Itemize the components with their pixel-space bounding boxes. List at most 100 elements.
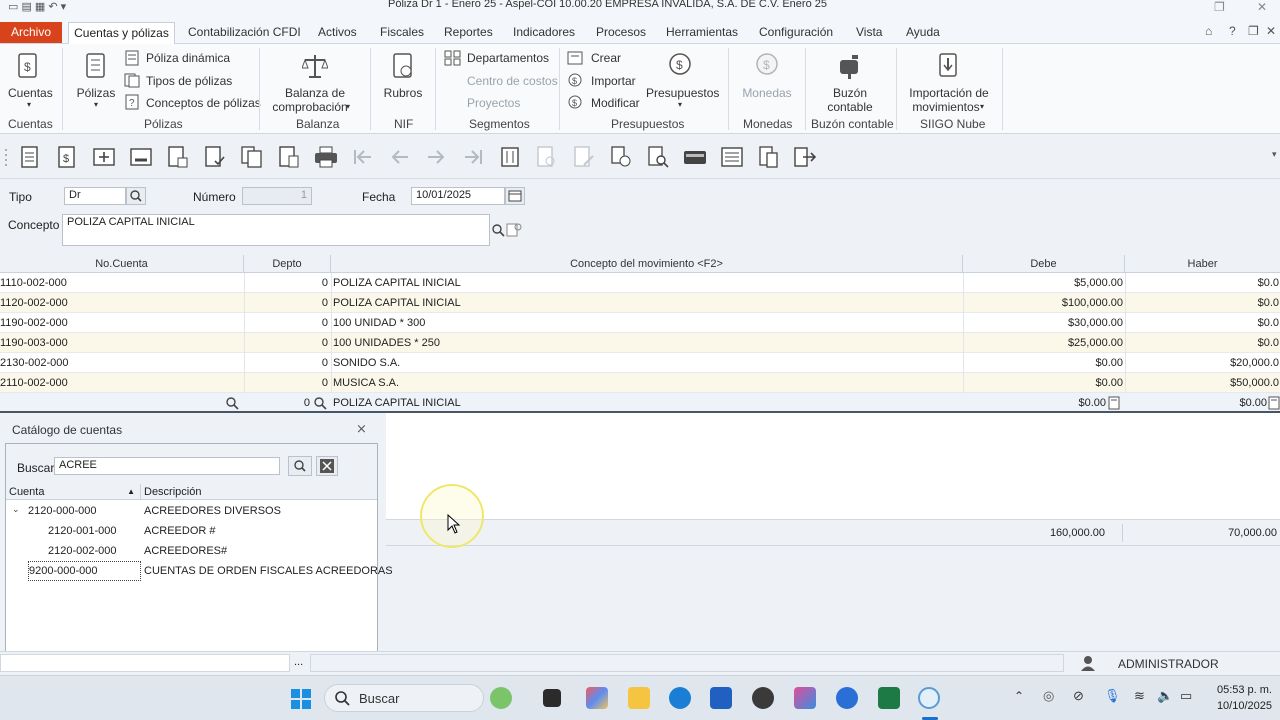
fecha-field[interactable]: 10/01/2025 [411, 187, 505, 205]
taskbar-search-box[interactable]: Buscar [324, 684, 484, 712]
edit-concepto[interactable]: POLIZA CAPITAL INICIAL [333, 393, 933, 413]
cell-depto[interactable]: 0 [244, 353, 328, 373]
menu-ayuda[interactable]: Ayuda [906, 25, 940, 39]
balanza-button-line2[interactable]: comprobación [272, 100, 348, 114]
catalog-col-cuenta[interactable]: Cuenta ▲ [6, 484, 141, 500]
catalog-cell-descripcion[interactable]: ACREEDORES# [144, 541, 227, 561]
tipo-field[interactable]: Dr [64, 187, 126, 205]
restore-icon[interactable]: ❐ [1214, 0, 1225, 14]
importar-button[interactable]: Importar [591, 74, 636, 88]
cuenta-search-icon[interactable] [224, 395, 240, 411]
menu-procesos[interactable]: Procesos [596, 25, 646, 39]
table-row[interactable]: 1110-002-000 0 POLIZA CAPITAL INICIAL $5,00… [0, 273, 1280, 293]
prev-record-icon[interactable] [388, 146, 412, 168]
catalog-cell-cuenta[interactable]: 2120-001-000 [48, 521, 117, 541]
table-row[interactable]: 1190-003-000 0 100 UNIDADES * 250 $25,000.0… [0, 333, 1280, 353]
menu-reportes[interactable]: Reportes [444, 25, 493, 39]
proyectos-button[interactable]: Proyectos [467, 96, 520, 110]
table-row[interactable]: 2110-002-000 0 MUSICA S.A. $0.00 $50,000.0 [0, 373, 1280, 393]
menu-contabilizacion[interactable]: Contabilización CFDI [188, 25, 301, 39]
last-record-icon[interactable] [461, 146, 485, 168]
cell-cuenta[interactable]: 1110-002-000 [0, 273, 240, 293]
balanza-dropdown-icon[interactable]: ▾ [346, 100, 350, 114]
catalog-cell-cuenta[interactable]: 9200-000-000 [28, 561, 141, 581]
header-concepto[interactable]: Concepto del movimiento <F2> [331, 255, 963, 273]
list-item[interactable]: 2120-002-000 ACREEDORES# [6, 541, 377, 561]
report-icon[interactable] [720, 146, 744, 168]
add-row-icon[interactable] [92, 146, 116, 168]
calendar-icon[interactable] [505, 187, 525, 205]
balanza-button[interactable]: Balanza de [272, 86, 358, 100]
cuentas-icon[interactable]: $ [16, 52, 40, 80]
table-row[interactable]: 1120-002-000 0 POLIZA CAPITAL INICIAL $100,… [0, 293, 1280, 313]
task-view-icon[interactable] [543, 689, 561, 707]
cell-depto[interactable]: 0 [244, 313, 328, 333]
tray-app-icon[interactable]: ◎ [1043, 688, 1054, 704]
list-item[interactable]: 2120-001-000 ACREEDOR # [6, 521, 377, 541]
modificar-button[interactable]: Modificar [591, 96, 640, 110]
header-no-cuenta[interactable]: No.Cuenta [0, 255, 244, 273]
concepto-catalog-icon[interactable] [505, 222, 523, 238]
importacion-dropdown-icon[interactable]: ▾ [980, 100, 984, 114]
menu-cuentas-polizas[interactable]: Cuentas y pólizas [68, 22, 175, 45]
importacion-button[interactable]: Importación de [904, 86, 994, 100]
check-doc-icon[interactable] [203, 146, 227, 168]
catalog-cell-descripcion[interactable]: ACREEDOR # [144, 521, 216, 541]
money-document-icon[interactable]: $ [55, 146, 79, 168]
cell-haber[interactable]: $50,000.0 [1125, 373, 1279, 393]
wifi-icon[interactable]: ≋ [1134, 688, 1145, 704]
next-record-icon[interactable] [424, 146, 448, 168]
polizas-dropdown-icon[interactable]: ▾ [76, 98, 116, 112]
cell-debe[interactable]: $0.00 [963, 373, 1123, 393]
departamentos-button[interactable]: Departamentos [467, 51, 549, 65]
menu-activos[interactable]: Activos [318, 25, 357, 39]
delete-doc-icon[interactable] [166, 146, 190, 168]
header-depto[interactable]: Depto [244, 255, 331, 273]
excel-icon[interactable] [878, 687, 900, 709]
poliza-dinamica-button[interactable]: Póliza dinámica [146, 51, 230, 65]
catalog-clear-icon[interactable] [316, 456, 338, 476]
edit-row-icon[interactable] [129, 146, 153, 168]
cell-debe[interactable]: $5,000.00 [963, 273, 1123, 293]
concepto-search-icon[interactable] [490, 222, 506, 238]
microphone-icon[interactable]: 🎙 [1104, 688, 1121, 704]
cell-depto[interactable]: 0 [244, 273, 328, 293]
support-assist-icon[interactable] [836, 687, 858, 709]
cell-haber[interactable]: $0.0 [1125, 293, 1279, 313]
cell-cuenta[interactable]: 1190-003-000 [0, 333, 240, 353]
cell-haber[interactable]: $20,000.0 [1125, 353, 1279, 373]
status-ellipsis[interactable]: ... [294, 656, 303, 668]
cell-depto[interactable]: 0 [244, 293, 328, 313]
menu-herramientas[interactable]: Herramientas [666, 25, 738, 39]
buzon-button-line2[interactable]: contable [818, 100, 882, 114]
rubros-icon[interactable] [391, 52, 415, 80]
catalog-cell-cuenta[interactable]: 2120-002-000 [48, 541, 117, 561]
crear-button[interactable]: Crear [591, 51, 621, 65]
cell-depto[interactable]: 0 [244, 373, 328, 393]
catalog-col-descripcion[interactable]: Descripción [141, 484, 377, 500]
caret-up-icon[interactable]: ⌂ [1205, 24, 1212, 38]
calc-doc-icon[interactable] [277, 146, 301, 168]
tray-expand-icon[interactable]: ⌃ [1014, 689, 1024, 703]
table-row[interactable]: 2130-002-000 0 SONIDO S.A. $0.00 $20,000.0 [0, 353, 1280, 373]
catalog-search-input[interactable]: ACREE [54, 457, 280, 475]
tray-sync-icon[interactable]: ⊘ [1073, 688, 1084, 704]
importacion-button-line2[interactable]: movimientos [904, 100, 988, 114]
cell-debe[interactable]: $30,000.00 [963, 313, 1123, 333]
clock-time[interactable]: 05:53 p. m. [1206, 684, 1272, 696]
copy-doc-icon[interactable] [240, 146, 264, 168]
catalog-search-button-icon[interactable] [288, 456, 312, 476]
close-small-icon[interactable]: ✕ [1266, 24, 1276, 38]
rubros-button[interactable]: Rubros [383, 86, 423, 100]
catalog-cell-cuenta[interactable]: 2120-000-000 [28, 501, 97, 521]
cell-debe[interactable]: $0.00 [963, 353, 1123, 373]
cell-concepto[interactable]: MUSICA S.A. [333, 373, 953, 393]
cell-haber[interactable]: $0.0 [1125, 313, 1279, 333]
catalog-cell-descripcion[interactable]: ACREEDORES DIVERSOS [144, 501, 281, 521]
cuentas-dropdown-icon[interactable]: ▾ [8, 98, 50, 112]
dell-icon[interactable] [752, 687, 774, 709]
menu-vista[interactable]: Vista [856, 25, 882, 39]
list-item[interactable]: ⌄ 2120-000-000 ACREEDORES DIVERSOS [6, 501, 377, 521]
cell-concepto[interactable]: 100 UNIDAD * 300 [333, 313, 953, 333]
conceptos-polizas-button[interactable]: Conceptos de pólizas [146, 96, 261, 110]
